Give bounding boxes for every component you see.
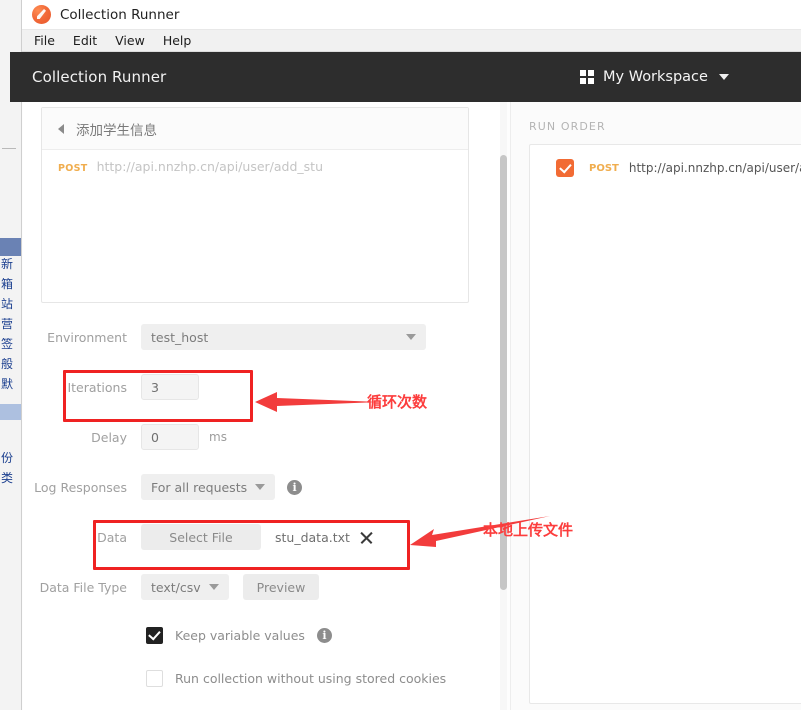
info-icon[interactable]: i [287,479,303,495]
iterations-label: Iterations [67,379,127,395]
menu-item-help[interactable]: Help [163,33,192,48]
menu-item-view[interactable]: View [115,33,145,48]
log-responses-select[interactable]: For all requests [141,474,276,500]
request-url: http://api.nnzhp.cn/api/user/add_stu [96,159,324,174]
app-window: 新 箱 站 营 签 般 默 份 类 Collection Runner File… [0,0,801,710]
menu-item-edit[interactable]: Edit [73,33,97,48]
strip-char: 默 [1,378,14,391]
collection-name: 添加学生信息 [76,122,157,139]
run-order-title: RUN ORDER [529,120,606,133]
request-method: POST [58,163,88,174]
strip-char: 站 [1,298,14,311]
triangle-left-icon[interactable] [58,123,64,134]
data-file-type-select[interactable]: text/csv [141,574,229,600]
no-stored-cookies-row: Run collection without using stored cook… [23,667,505,689]
close-icon[interactable] [359,530,374,545]
info-icon[interactable]: i [316,627,332,643]
run-order-card: POST http://api.nnzhp.cn/api/user/add_ [529,144,801,704]
no-stored-cookies-checkbox[interactable] [146,669,163,687]
window-titlebar: Collection Runner [22,0,801,30]
run-order-method: POST [589,162,619,174]
log-responses-value: For all requests [151,479,248,495]
select-file-button[interactable]: Select File [141,524,261,550]
chevron-down-icon [208,584,219,590]
window-title: Collection Runner [60,6,180,23]
environment-select[interactable]: test_host [141,324,426,350]
selected-file-name: stu_data.txt [275,529,350,545]
environment-row: Environment test_host [23,324,505,350]
preview-button[interactable]: Preview [242,574,320,600]
strip-char: 份 [1,452,14,465]
delay-row: Delay 0 ms [23,424,505,450]
strip-char: 类 [1,472,14,485]
environment-value: test_host [151,329,209,345]
delay-label: Delay [91,429,127,445]
collection-request-row[interactable]: POST http://api.nnzhp.cn/api/user/add_st… [42,150,468,174]
strip-char: 箱 [1,278,14,291]
data-file-type-row: Data File Type text/csv Preview [23,574,505,600]
environment-label: Environment [47,329,127,345]
strip-char: 般 [1,358,14,371]
background-window-strip: 新 箱 站 营 签 般 默 份 类 [0,0,22,710]
strip-selection-1 [0,238,21,256]
log-responses-label: Log Responses [34,479,127,495]
page-title: Collection Runner [32,68,167,86]
delay-unit: ms [209,430,227,444]
postman-logo-icon [32,5,51,24]
annotation-text-iterations: 循环次数 [367,393,428,411]
chevron-down-icon [718,74,729,80]
grid-icon [580,70,594,84]
strip-char: 营 [1,318,14,331]
app-header: Collection Runner My Workspace [10,52,801,102]
iterations-input[interactable]: 3 [141,374,199,400]
run-order-item[interactable]: POST http://api.nnzhp.cn/api/user/add_ [530,145,801,177]
keep-variable-values-checkbox[interactable] [146,626,163,644]
no-stored-cookies-label: Run collection without using stored cook… [175,670,447,686]
workspace-label: My Workspace [603,69,708,85]
data-file-type-value: text/csv [151,579,201,595]
menu-bar: File Edit View Help [22,30,801,52]
annotation-arrow-iterations [255,392,380,412]
chevron-down-icon [406,334,416,340]
keep-variable-values-row: Keep variable values i [23,624,505,646]
run-order-checkbox[interactable] [556,159,574,177]
run-order-pane: RUN ORDER POST http://api.nnzhp.cn/api/u… [510,102,801,710]
workspace-selector[interactable]: My Workspace [580,69,729,85]
data-file-type-label: Data File Type [39,579,127,595]
log-responses-row: Log Responses For all requests i [23,474,505,500]
data-label: Data [97,529,127,545]
menu-item-file[interactable]: File [34,33,55,48]
delay-input[interactable]: 0 [141,424,199,450]
keep-variable-values-label: Keep variable values [175,627,305,643]
collection-card: 添加学生信息 POST http://api.nnzhp.cn/api/user… [41,107,469,303]
strip-selection-2 [0,404,21,420]
annotation-text-data: 本地上传文件 [483,521,574,539]
collection-header[interactable]: 添加学生信息 [42,108,468,150]
run-order-url: http://api.nnzhp.cn/api/user/add_ [628,161,801,175]
strip-divider [2,148,16,149]
chevron-down-icon [255,484,266,490]
strip-char: 签 [1,338,14,351]
strip-char: 新 [1,258,14,271]
